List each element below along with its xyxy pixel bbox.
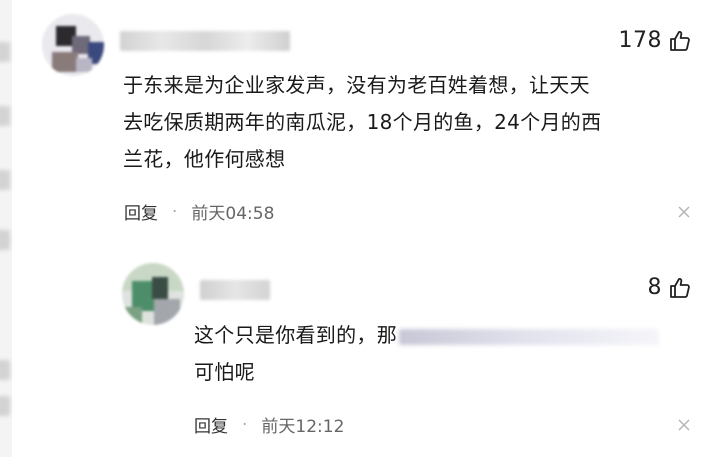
close-icon[interactable] [678, 206, 690, 218]
comment-timestamp: 前天12:12 [261, 417, 345, 437]
reply-button[interactable]: 回复 [194, 412, 228, 437]
comment-text-line: 这个只是你看到的，那 [194, 317, 659, 354]
comment-text-visible: 这个只是你看到的，那 [194, 323, 397, 347]
thumbs-up-icon [670, 277, 690, 298]
comment-text-line: 去吃保质期两年的南瓜泥，18个月的鱼，24个月的西 [123, 110, 602, 134]
thumbs-up-icon [670, 30, 690, 51]
comment-timestamp: 前天04:58 [191, 204, 275, 224]
meta-separator: · [242, 414, 248, 435]
avatar[interactable] [42, 14, 104, 76]
comment-text-line: 于东来是为企业家发声，没有为老百姓着想，让天天 [123, 73, 590, 97]
comment-meta: 回复 · 前天04:58 [124, 199, 275, 225]
comment-item: 178 于东来是为企业家发声，没有为老百姓着想，让天天 去吃保质期两年的南瓜泥，… [0, 0, 719, 235]
comment-text: 于东来是为企业家发声，没有为老百姓着想，让天天 去吃保质期两年的南瓜泥，18个月… [123, 67, 601, 178]
like-button[interactable]: 178 [619, 28, 693, 53]
reply-comment-item: 8 这个只是你看到的，那 可怕呢 回复 · 前天12:12 [0, 235, 719, 457]
close-icon[interactable] [678, 419, 690, 431]
redacted-text [399, 328, 659, 345]
like-count: 178 [618, 28, 662, 53]
comment-meta: 回复 · 前天12:12 [194, 412, 345, 438]
like-button[interactable]: 8 [648, 275, 693, 300]
comment-text-line: 兰花，他作何感想 [123, 147, 286, 171]
meta-separator: · [172, 201, 178, 222]
avatar[interactable] [122, 263, 184, 325]
username-blurred[interactable] [200, 280, 270, 300]
username-blurred[interactable] [120, 31, 290, 51]
like-count: 8 [647, 275, 662, 300]
comment-text-line: 可怕呢 [194, 360, 255, 384]
reply-button[interactable]: 回复 [124, 199, 158, 224]
comment-text: 这个只是你看到的，那 可怕呢 [194, 317, 659, 391]
